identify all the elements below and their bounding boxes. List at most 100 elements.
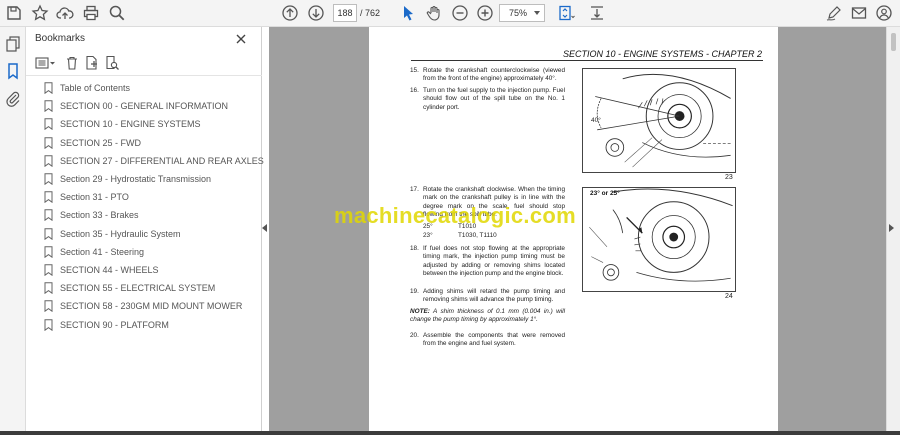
scroll-mode-icon[interactable] [587, 3, 607, 23]
bookmark-item[interactable]: SECTION 55 - ELECTRICAL SYSTEM [26, 279, 262, 297]
spec-degree: 23° [423, 232, 433, 239]
bottom-edge [0, 431, 900, 435]
hand-tool-icon[interactable] [424, 3, 444, 23]
zoom-out-icon[interactable] [450, 3, 470, 23]
step-15: 15. Rotate the crankshaft counterclockwi… [410, 67, 565, 84]
bookmark-item[interactable]: Section 31 - PTO [26, 188, 262, 206]
bookmark-icon [44, 82, 53, 95]
bookmark-icon [44, 100, 53, 113]
spec-model: T1030, T1110 [458, 232, 497, 239]
close-icon[interactable] [235, 32, 247, 44]
divider [411, 60, 763, 61]
cloud-upload-icon[interactable] [55, 3, 75, 23]
next-page-icon[interactable] [306, 3, 326, 23]
save-icon[interactable] [4, 3, 24, 23]
step-text: Turn on the fuel supply to the injection… [423, 87, 565, 111]
mail-icon[interactable] [849, 3, 869, 23]
bookmark-label: Table of Contents [60, 83, 131, 94]
fit-page-icon[interactable] [556, 3, 576, 23]
bookmark-item[interactable]: Section 33 - Brakes [26, 206, 262, 224]
step-number: 19. [410, 288, 419, 295]
engine-timing-figure-23 [595, 73, 731, 168]
page-number-input[interactable]: 188 [333, 4, 357, 22]
figure-24: 23° or 25° [582, 187, 736, 292]
engine-timing-figure-24 [589, 188, 733, 282]
note-text: A shim thickness of 0.1 mm (0.004 in.) w… [410, 308, 565, 324]
step-16: 16. Turn on the fuel supply to the injec… [410, 87, 565, 112]
bookmark-icon [44, 282, 53, 295]
new-bookmark-icon[interactable] [84, 55, 100, 71]
figure-number: 23 [725, 174, 733, 181]
zoom-value: 75% [509, 8, 528, 18]
bookmark-item[interactable]: SECTION 90 - PLATFORM [26, 315, 262, 333]
bookmark-list: Table of Contents SECTION 00 - GENERAL IN… [26, 79, 264, 334]
collapse-panel-icon[interactable] [262, 224, 267, 232]
spec-row: 23° T1030, T1110 [423, 232, 497, 239]
bookmark-label: SECTION 25 - FWD [60, 137, 142, 148]
bookmark-label: Section 41 - Steering [60, 246, 145, 257]
note-label: NOTE: [410, 308, 430, 315]
bookmark-label: Section 31 - PTO [60, 192, 129, 203]
bookmarks-panel: Bookmarks Table of Contents SECTION 00 - … [26, 27, 264, 435]
print-icon[interactable] [81, 3, 101, 23]
bookmark-label: SECTION 44 - WHEELS [60, 264, 159, 275]
bookmark-item[interactable]: Section 41 - Steering [26, 243, 262, 261]
bookmark-icon [44, 246, 53, 258]
bookmark-item[interactable]: SECTION 25 - FWD [26, 134, 262, 152]
bookmark-item[interactable]: SECTION 58 - 230GM MID MOUNT MOWER [26, 297, 262, 315]
bookmark-item[interactable]: SECTION 00 - GENERAL INFORMATION [26, 97, 262, 115]
navigation-strip [0, 27, 26, 435]
bookmark-label: SECTION 00 - GENERAL INFORMATION [60, 101, 229, 112]
bookmark-label: Section 35 - Hydraulic System [60, 228, 181, 239]
search-icon[interactable] [107, 3, 127, 23]
step-number: 16. [410, 87, 419, 94]
bookmark-icon [44, 264, 53, 276]
page-header: SECTION 10 - ENGINE SYSTEMS - CHAPTER 2 [562, 49, 762, 59]
zoom-select[interactable]: 75% [499, 4, 545, 22]
bookmark-item[interactable]: Section 29 - Hydrostatic Transmission [26, 170, 262, 188]
step-20: 20. Assemble the components that were re… [410, 332, 565, 349]
attachments-icon[interactable] [4, 89, 22, 107]
bookmark-icon [44, 136, 53, 149]
zoom-in-icon[interactable] [475, 3, 495, 23]
bookmark-item[interactable]: Table of Contents [26, 79, 262, 97]
bookmark-item[interactable]: SECTION 27 - DIFFERENTIAL AND REAR AXLES [26, 152, 264, 170]
step-text: Assemble the components that were remove… [423, 332, 565, 348]
bookmarks-panel-icon[interactable] [4, 62, 22, 80]
bookmark-label: Section 29 - Hydrostatic Transmission [60, 174, 212, 185]
bookmark-icon [44, 173, 53, 186]
scrollbar-thumb[interactable] [891, 33, 896, 51]
pdf-viewer-app: 188 / 762 75% Bookmarks Table of Content… [0, 0, 900, 435]
bookmark-label: SECTION 55 - ELECTRICAL SYSTEM [60, 283, 216, 294]
bookmark-star-icon[interactable] [30, 3, 50, 23]
expand-right-panel-icon[interactable] [889, 224, 894, 232]
bookmark-label: SECTION 90 - PLATFORM [60, 319, 169, 330]
watermark-text: machinecatalogic.com [334, 203, 576, 228]
bookmark-tools [34, 55, 254, 71]
figure-23: 40° [582, 68, 736, 173]
chevron-down-icon [534, 11, 540, 15]
bookmark-icon [44, 155, 53, 167]
panel-title: Bookmarks [35, 33, 86, 44]
previous-page-icon[interactable] [280, 3, 300, 23]
sign-pen-icon[interactable] [824, 3, 844, 23]
bookmark-label: SECTION 58 - 230GM MID MOUNT MOWER [60, 301, 243, 312]
options-menu-icon[interactable] [35, 55, 57, 71]
delete-bookmark-icon[interactable] [64, 55, 80, 71]
page-thumbnails-icon[interactable] [4, 35, 22, 53]
step-18: 18. If fuel does not stop flowing at the… [410, 245, 565, 278]
step-number: 17. [410, 186, 419, 193]
step-19: 19. Adding shims will retard the pump ti… [410, 288, 565, 305]
divider [26, 75, 262, 76]
bookmark-item[interactable]: SECTION 10 - ENGINE SYSTEMS [26, 115, 262, 133]
bookmark-item[interactable]: SECTION 44 - WHEELS [26, 261, 262, 279]
note: NOTE: A shim thickness of 0.1 mm (0.004 … [410, 308, 565, 325]
step-number: 18. [410, 245, 419, 252]
find-bookmark-icon[interactable] [104, 55, 120, 71]
bookmark-item[interactable]: Section 35 - Hydraulic System [26, 225, 262, 243]
top-toolbar: 188 / 762 75% [0, 0, 900, 27]
account-icon[interactable] [874, 3, 894, 23]
select-cursor-icon[interactable] [398, 3, 418, 23]
document-page: SECTION 10 - ENGINE SYSTEMS - CHAPTER 2 … [369, 27, 778, 431]
page-total: / 762 [360, 8, 381, 18]
